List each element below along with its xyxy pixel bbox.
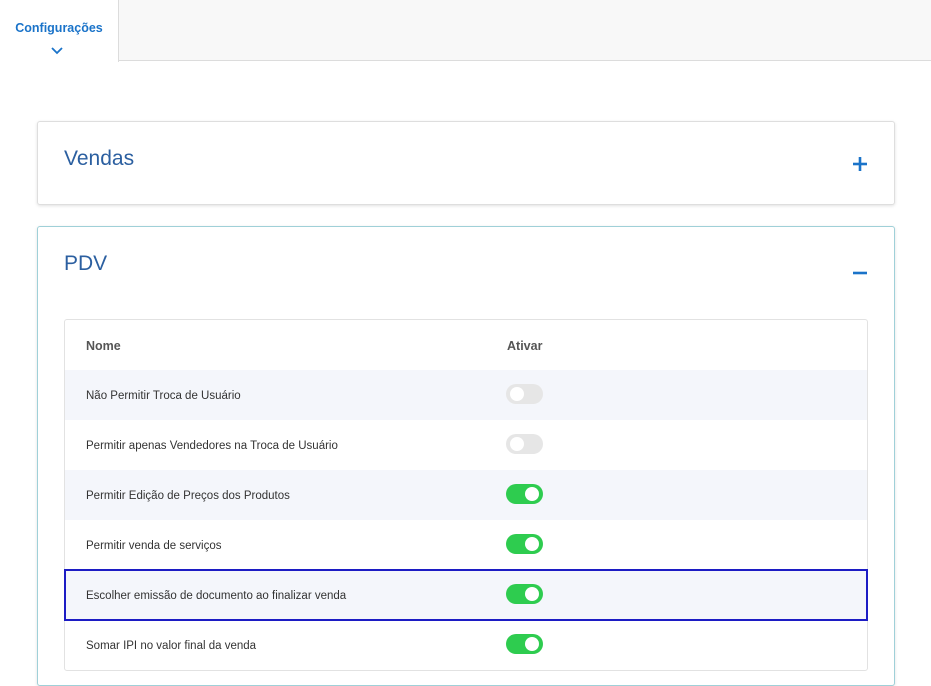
minus-icon[interactable] [850,259,870,279]
toggle-knob [510,437,524,451]
column-header-ativar: Ativar [507,339,543,353]
plus-icon[interactable] [850,154,870,174]
toggle-knob [525,487,539,501]
setting-name: Permitir venda de serviços [86,540,222,552]
panel-pdv: PDV Nome Ativar Não Permitir Troca de Us… [37,226,895,686]
table-row: Permitir Edição de Preços dos Produtos [65,470,867,520]
toggle-switch[interactable] [506,584,543,604]
top-tab-bar: Configurações [0,0,931,62]
setting-name: Permitir apenas Vendedores na Troca de U… [86,440,338,452]
panel-title-pdv: PDV [64,252,108,275]
table-row: Não Permitir Troca de Usuário [65,370,867,420]
toggle-switch[interactable] [506,434,543,454]
table-row: Somar IPI no valor final da venda [65,620,867,670]
column-header-nome: Nome [86,339,121,353]
toggle-knob [525,637,539,651]
toggle-switch[interactable] [506,384,543,404]
panel-title-vendas: Vendas [64,147,135,170]
toggle-switch[interactable] [506,484,543,504]
toggle-switch[interactable] [506,634,543,654]
tab-label: Configurações [15,21,103,35]
setting-name: Escolher emissão de documento ao finaliz… [86,590,347,602]
tab-configuracoes[interactable]: Configurações [0,0,119,62]
table-header: Nome Ativar [65,320,867,370]
table-row-selected[interactable]: Escolher emissão de documento ao finaliz… [64,569,868,621]
pdv-settings-table: Nome Ativar Não Permitir Troca de Usuári… [64,319,868,671]
toggle-knob [510,387,524,401]
setting-name: Permitir Edição de Preços dos Produtos [86,490,290,502]
table-row: Permitir venda de serviços [65,520,867,570]
setting-name: Não Permitir Troca de Usuário [86,390,241,402]
panel-vendas: Vendas [37,121,895,205]
toggle-knob [525,537,539,551]
table-row: Permitir apenas Vendedores na Troca de U… [65,420,867,470]
setting-name: Somar IPI no valor final da venda [86,640,257,652]
toggle-knob [525,587,539,601]
chevron-down-icon [51,47,63,55]
toggle-switch[interactable] [506,534,543,554]
